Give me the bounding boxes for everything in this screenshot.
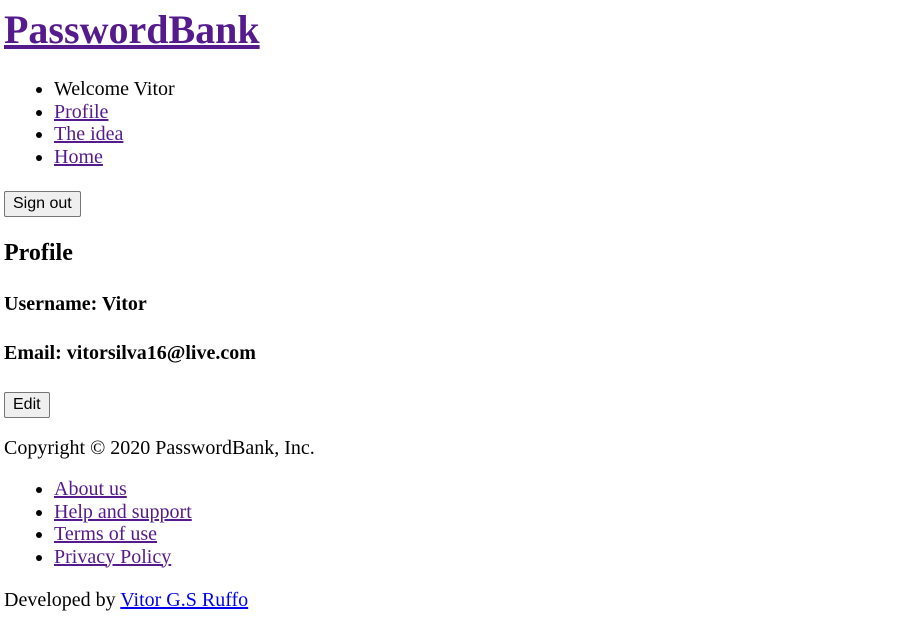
- email-field: Email: vitorsilva16@live.com: [4, 341, 256, 365]
- profile-heading: Profile: [4, 240, 73, 266]
- edit-button[interactable]: Edit: [4, 392, 50, 418]
- nav-link-profile[interactable]: Profile: [54, 101, 108, 123]
- sign-out-button[interactable]: Sign out: [4, 191, 81, 217]
- nav-item-profile: Profile: [54, 101, 175, 124]
- username-label: Username:: [4, 293, 98, 315]
- username-value: Vitor: [101, 293, 147, 315]
- footer-link-about-us[interactable]: About us: [54, 478, 127, 500]
- footer-item-about-us: About us: [54, 478, 192, 501]
- site-title-link[interactable]: PasswordBank: [4, 7, 260, 52]
- nav-link-home[interactable]: Home: [54, 146, 103, 168]
- username-field: Username: Vitor: [4, 292, 147, 316]
- developer-link[interactable]: Vitor G.S Ruffo: [120, 589, 248, 611]
- email-label: Email:: [4, 342, 62, 364]
- footer-link-terms-of-use[interactable]: Terms of use: [54, 523, 157, 545]
- email-value: vitorsilva16@live.com: [66, 342, 256, 364]
- footer-link-privacy-policy[interactable]: Privacy Policy: [54, 546, 171, 568]
- nav-link-the-idea[interactable]: The idea: [54, 123, 123, 145]
- nav-item-home: Home: [54, 146, 175, 169]
- footer-links: About us Help and support Terms of use P…: [0, 478, 192, 568]
- main-nav: Welcome Vitor Profile The idea Home: [0, 78, 175, 168]
- site-title: PasswordBank: [4, 6, 260, 54]
- nav-item-the-idea: The idea: [54, 123, 175, 146]
- developed-by-prefix: Developed by: [4, 589, 116, 611]
- nav-welcome: Welcome Vitor: [54, 78, 175, 101]
- developed-by: Developed by Vitor G.S Ruffo: [4, 588, 248, 612]
- footer-link-help-and-support[interactable]: Help and support: [54, 501, 192, 523]
- footer-item-privacy-policy: Privacy Policy: [54, 546, 192, 569]
- footer-item-terms-of-use: Terms of use: [54, 523, 192, 546]
- copyright-text: Copyright © 2020 PasswordBank, Inc.: [4, 437, 315, 459]
- footer-item-help-and-support: Help and support: [54, 501, 192, 524]
